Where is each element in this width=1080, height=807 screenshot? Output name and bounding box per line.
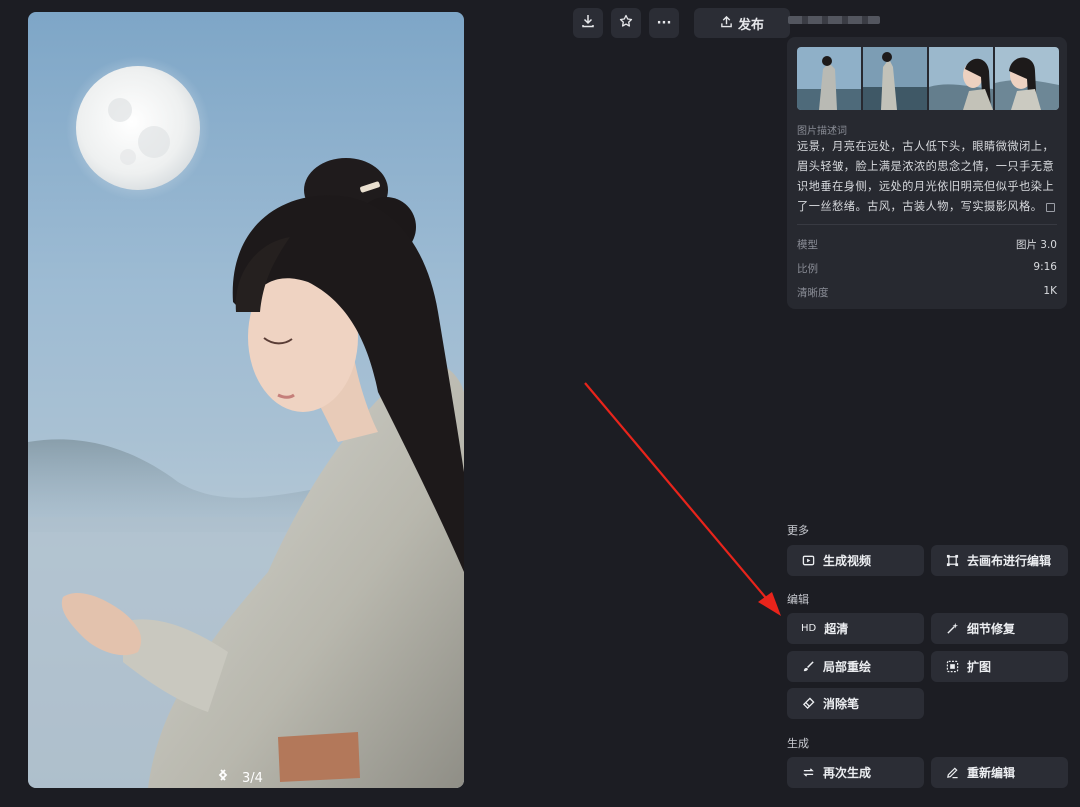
model-label: 模型 [797, 239, 818, 251]
thumbnail[interactable] [995, 47, 1059, 110]
download-icon [581, 14, 595, 32]
more-options-button[interactable]: ··· [649, 8, 679, 38]
magic-wand-icon [945, 622, 959, 636]
main-image [28, 56, 464, 788]
thumbnail[interactable] [863, 47, 927, 110]
edit-section-label: 编辑 [787, 593, 809, 606]
thumbnail-strip [797, 47, 1059, 110]
canvas-edit-label: 去画布进行编辑 [967, 554, 1052, 568]
canvas-edit-button[interactable]: 去画布进行编辑 [931, 545, 1068, 576]
blurred-title [788, 16, 880, 24]
eraser-icon [801, 697, 815, 711]
main-image-viewer[interactable]: 3/4 [28, 12, 464, 788]
video-icon [801, 554, 815, 568]
description-label: 图片描述词 [797, 126, 847, 137]
detail-repair-button[interactable]: 细节修复 [931, 613, 1068, 644]
image-pager: 3/4 [218, 768, 287, 788]
expand-image-label: 扩图 [967, 660, 992, 674]
more-section-label: 更多 [787, 524, 809, 537]
more-icon: ··· [656, 15, 672, 31]
eraser-button[interactable]: 消除笔 [787, 688, 924, 719]
generate-video-label: 生成视频 [823, 554, 872, 568]
super-resolution-label: 超清 [824, 622, 849, 636]
download-button[interactable] [573, 8, 603, 38]
brush-icon [801, 660, 815, 674]
expand-icon [945, 660, 959, 674]
copy-icon[interactable] [1046, 202, 1056, 212]
regenerate-label: 再次生成 [823, 766, 872, 780]
re-edit-label: 重新编辑 [967, 766, 1016, 780]
inpaint-label: 局部重绘 [823, 660, 872, 674]
regenerate-button[interactable]: 再次生成 [787, 757, 924, 788]
pencil-icon [945, 766, 959, 780]
hd-icon: HD [801, 623, 817, 634]
eraser-label: 消除笔 [823, 697, 860, 711]
description-text: 远景，月亮在远处，古人低下头，眼睛微微闭上，眉头轻皱，脸上满是浓浓的思念之情，一… [797, 137, 1059, 217]
divider [797, 224, 1057, 225]
ratio-label: 比例 [797, 263, 818, 275]
page-indicator: 3/4 [242, 770, 263, 786]
thumbnail[interactable] [929, 47, 993, 110]
chevron-right-icon[interactable] [220, 769, 287, 786]
upload-icon [720, 15, 733, 32]
refresh-icon [801, 766, 815, 780]
meta-row-ratio: 比例 9:16 [797, 261, 1057, 276]
expand-image-button[interactable]: 扩图 [931, 651, 1068, 682]
star-icon [619, 14, 633, 32]
publish-button[interactable]: 发布 [694, 8, 790, 38]
clarity-value: 1K [1043, 285, 1057, 297]
favorite-button[interactable] [611, 8, 641, 38]
meta-row-model: 模型 图片 3.0 [797, 237, 1057, 252]
detail-repair-label: 细节修复 [967, 622, 1016, 636]
model-value: 图片 3.0 [1015, 239, 1057, 251]
publish-label: 发布 [737, 17, 764, 33]
generate-video-button[interactable]: 生成视频 [787, 545, 924, 576]
image-info-card: 图片描述词 远景，月亮在远处，古人低下头，眼睛微微闭上，眉头轻皱，脸上满是浓浓的… [787, 37, 1067, 309]
canvas-icon [945, 554, 959, 568]
generate-section-label: 生成 [787, 737, 809, 750]
image-toolbar: ··· 发布 [573, 8, 790, 38]
super-resolution-button[interactable]: HD 超清 [787, 613, 924, 644]
clarity-label: 清晰度 [797, 287, 829, 299]
re-edit-button[interactable]: 重新编辑 [931, 757, 1068, 788]
meta-row-clarity: 清晰度 1K [797, 285, 1057, 300]
inpaint-button[interactable]: 局部重绘 [787, 651, 924, 682]
ratio-value: 9:16 [1033, 261, 1057, 273]
thumbnail[interactable] [797, 47, 861, 110]
description-content: 远景，月亮在远处，古人低下头，眼睛微微闭上，眉头轻皱，脸上满是浓浓的思念之情，一… [797, 140, 1055, 213]
